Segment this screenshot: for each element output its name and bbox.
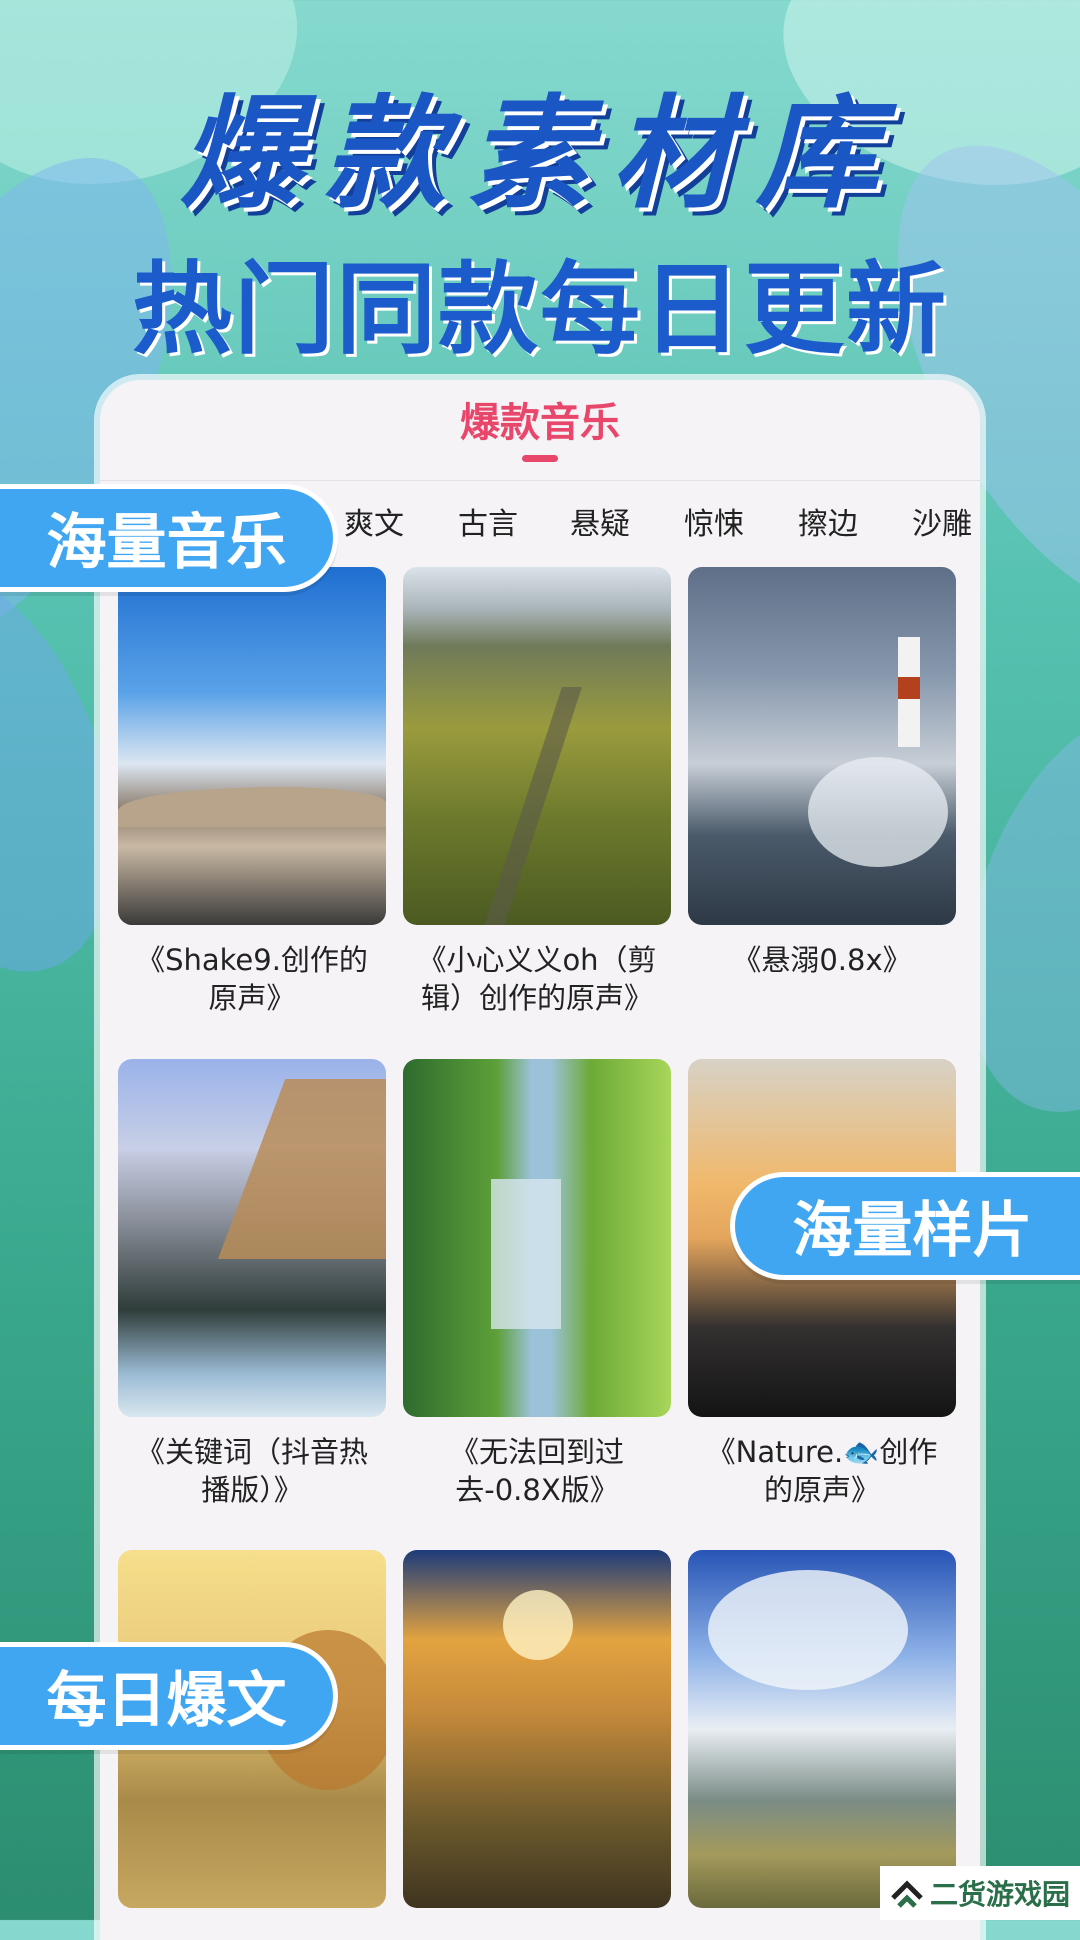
watermark-text: 二货游戏园 — [929, 1878, 1070, 1911]
card-caption: 《无法回到过 去-0.8X版》 — [449, 1435, 624, 1507]
card-caption: 《Shake9.创作的 原声》 — [136, 943, 368, 1015]
music-card[interactable]: 《无法回到过 去-0.8X版》 — [403, 1059, 671, 1509]
music-card[interactable] — [403, 1550, 671, 1908]
hero-title: 爆款素材库 — [180, 83, 900, 225]
cover-image — [118, 567, 386, 925]
cover-image — [403, 567, 671, 925]
music-card[interactable]: 《悬溺0.8x》 — [688, 567, 956, 979]
cover-image — [403, 1550, 671, 1908]
badge-music: 海量音乐 — [0, 484, 338, 592]
cover-image — [688, 1550, 956, 1908]
cover-image — [118, 1059, 386, 1417]
cover-image — [403, 1059, 671, 1417]
double-chevron-logo-icon — [890, 1876, 924, 1910]
music-card[interactable]: 《小心义义oh（剪 辑）创作的原声》 — [403, 567, 671, 1017]
tab-category[interactable]: 擦边 — [798, 490, 858, 560]
tab-category[interactable]: 古言 — [458, 490, 518, 560]
phone-header: 爆款音乐 — [100, 380, 980, 481]
tab-category[interactable]: 沙雕 — [912, 490, 972, 560]
active-tab-indicator — [522, 455, 558, 462]
card-caption: 《Nature.🐟创作 的原声》 — [706, 1435, 938, 1507]
card-caption: 《小心义义oh（剪 辑）创作的原声》 — [417, 943, 657, 1015]
tab-category[interactable]: 惊悚 — [684, 490, 744, 560]
tab-category[interactable]: 悬疑 — [570, 490, 630, 560]
page-title: 爆款音乐 — [460, 400, 620, 446]
music-card[interactable]: 《Shake9.创作的 原声》 — [118, 567, 386, 1017]
cover-image — [688, 567, 956, 925]
tab-category[interactable]: 爽文 — [344, 490, 404, 560]
music-card[interactable]: 《关键词（抖音热 播版）》 — [118, 1059, 386, 1509]
badge-samples: 海量样片 — [730, 1172, 1080, 1280]
music-card[interactable] — [688, 1550, 956, 1908]
watermark: 二货游戏园 — [880, 1866, 1080, 1920]
card-caption: 《悬溺0.8x》 — [732, 943, 912, 977]
hero-subtitle: 热门同款每日更新 — [132, 251, 948, 368]
badge-daily: 每日爆文 — [0, 1642, 338, 1750]
card-caption: 《关键词（抖音热 播版）》 — [135, 1435, 368, 1507]
